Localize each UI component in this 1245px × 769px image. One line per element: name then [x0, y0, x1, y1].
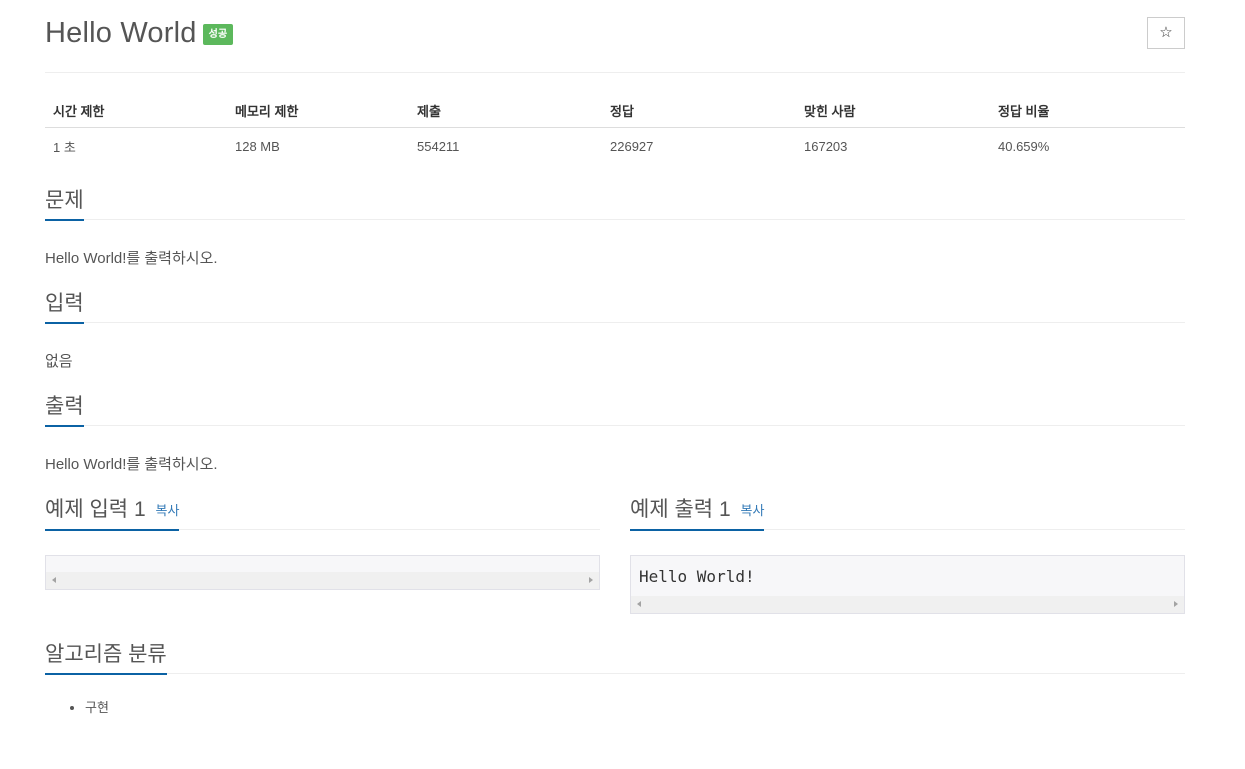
scroll-right-arrow-icon[interactable] — [589, 577, 593, 583]
sample-input-column: 예제 입력 1 복사 — [45, 489, 600, 614]
table-header-ratio: 정답 비율 — [990, 93, 1185, 128]
table-header-memory-limit: 메모리 제한 — [227, 93, 409, 128]
problem-page: Hello World 성공 ☆ 시간 제한 메모리 제한 제출 정답 맞힌 사람… — [45, 0, 1185, 717]
sample-output-heading: 예제 출력 1 복사 — [630, 495, 765, 531]
page-title: Hello World 성공 — [45, 17, 234, 50]
table-header-submissions: 제출 — [409, 93, 602, 128]
input-heading: 입력 — [45, 289, 84, 324]
solved-users-value: 167203 — [804, 138, 848, 154]
sample-output-column: 예제 출력 1 복사 Hello World! — [630, 489, 1185, 614]
sample-output-heading-text: 예제 출력 1 — [630, 498, 731, 521]
problem-title: Hello World — [45, 17, 197, 49]
sample-output-section-heading: 예제 출력 1 복사 — [630, 489, 1185, 531]
output-text: Hello World!를 출력하시오. — [45, 456, 218, 473]
ratio-value: 40.659% — [998, 138, 1050, 154]
sample-input-content — [46, 556, 599, 572]
sample-output-content: Hello World! — [639, 567, 755, 586]
sample-input-box — [45, 555, 600, 590]
tags-heading: 알고리즘 분류 — [45, 640, 167, 675]
sample-output-scrollbar[interactable] — [631, 596, 1184, 613]
status-badge: 성공 — [202, 24, 234, 45]
scroll-right-arrow-icon[interactable] — [1174, 601, 1178, 607]
time-limit-value: 1 초 — [53, 139, 76, 155]
sample-input-heading: 예제 입력 1 복사 — [45, 495, 180, 531]
table-header-row: 시간 제한 메모리 제한 제출 정답 맞힌 사람 정답 비율 — [45, 93, 1185, 128]
samples-row: 예제 입력 1 복사 예제 출력 1 복사 Hello World! — [45, 489, 1185, 614]
star-icon: ☆ — [1159, 24, 1173, 41]
sample-input-heading-text: 예제 입력 1 — [45, 498, 146, 521]
sample-input-section-heading: 예제 입력 1 복사 — [45, 489, 600, 531]
problem-header: Hello World 성공 ☆ — [45, 0, 1185, 73]
accepted-value: 226927 — [610, 138, 654, 154]
input-text: 없음 — [45, 353, 73, 370]
submissions-value: 554211 — [417, 138, 460, 154]
sample-output-copy-link[interactable]: 복사 — [740, 503, 764, 518]
description-section-heading: 문제 — [45, 179, 1185, 221]
tag-list: 구현 — [45, 699, 1185, 717]
sample-input-scrollbar[interactable] — [46, 572, 599, 589]
problem-info-table: 시간 제한 메모리 제한 제출 정답 맞힌 사람 정답 비율 1 초 128 M… — [45, 93, 1185, 164]
table-header-time-limit: 시간 제한 — [45, 93, 227, 128]
output-section-heading: 출력 — [45, 385, 1185, 427]
scroll-left-arrow-icon[interactable] — [52, 577, 56, 583]
sample-output-box: Hello World! — [630, 555, 1185, 614]
output-heading: 출력 — [45, 392, 84, 427]
table-header-accepted: 정답 — [602, 93, 796, 128]
sample-input-copy-link[interactable]: 복사 — [155, 503, 179, 518]
description-heading: 문제 — [45, 186, 84, 221]
scroll-left-arrow-icon[interactable] — [637, 601, 641, 607]
input-section-heading: 입력 — [45, 282, 1185, 324]
table-header-solved-users: 맞힌 사람 — [796, 93, 990, 128]
favorite-button[interactable]: ☆ — [1147, 17, 1185, 49]
tag-item[interactable]: 구현 — [85, 699, 1185, 717]
tags-section-heading: 알고리즘 분류 — [45, 633, 1185, 675]
memory-limit-value: 128 MB — [235, 138, 280, 154]
table-row: 1 초 128 MB 554211 226927 167203 40.659% — [45, 128, 1185, 165]
description-text: Hello World!를 출력하시오. — [45, 250, 218, 267]
